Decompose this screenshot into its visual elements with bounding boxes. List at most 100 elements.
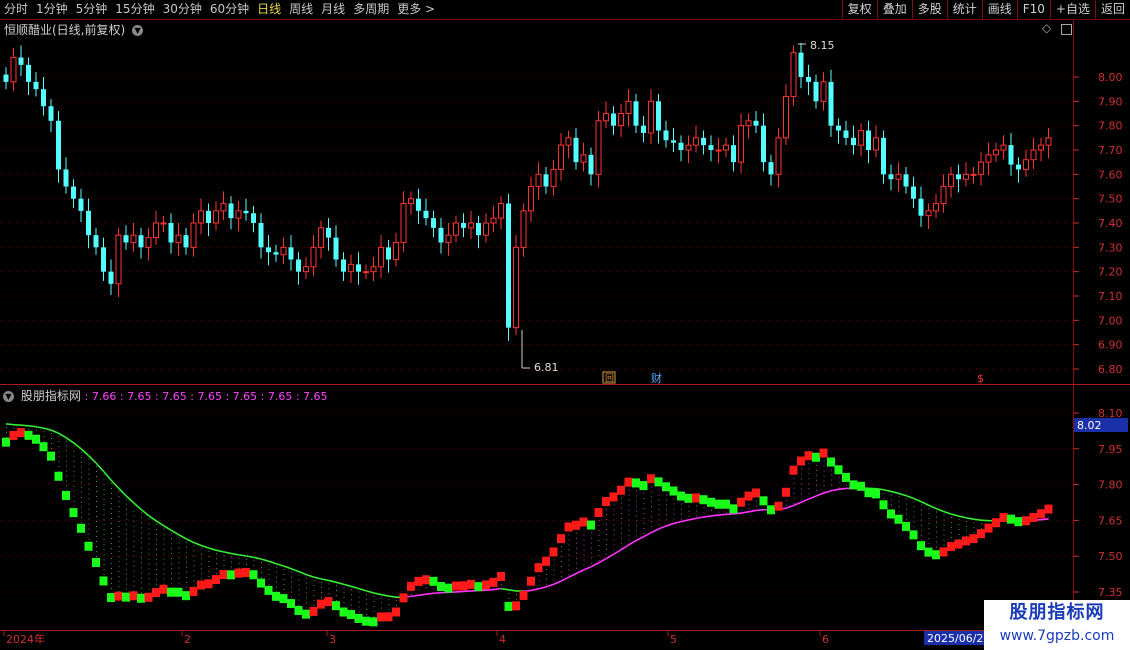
indicator-block bbox=[122, 592, 130, 602]
fill-dot bbox=[148, 583, 150, 585]
fill-dot bbox=[133, 515, 135, 517]
dividend-marker[interactable]: $ bbox=[977, 372, 984, 385]
fill-dot bbox=[208, 571, 210, 573]
indicator-block bbox=[932, 550, 940, 560]
fill-dot bbox=[73, 455, 75, 457]
x-tick-label: 3 bbox=[329, 633, 336, 646]
fill-dot bbox=[298, 584, 300, 586]
fill-dot bbox=[928, 533, 930, 535]
fill-dot bbox=[696, 515, 697, 517]
fill-dot bbox=[666, 519, 667, 521]
candle-body bbox=[1008, 145, 1014, 165]
fill-dot bbox=[621, 532, 622, 534]
fill-dot bbox=[583, 554, 585, 556]
indicator-block bbox=[294, 605, 303, 615]
ma-line-segment bbox=[973, 518, 982, 521]
fill-dot bbox=[831, 479, 832, 481]
fill-dot bbox=[126, 533, 127, 535]
fill-dot bbox=[88, 528, 90, 530]
fill-dot bbox=[103, 544, 105, 546]
fill-dot bbox=[831, 469, 832, 471]
fill-dot bbox=[576, 542, 577, 544]
candle-body bbox=[400, 203, 407, 243]
x-tick-label: 2024年 bbox=[6, 632, 45, 646]
fill-dot bbox=[193, 565, 195, 567]
candle-body bbox=[341, 259, 346, 272]
ma-line-segment bbox=[1040, 518, 1049, 521]
fill-dot bbox=[801, 498, 802, 500]
fill-dot bbox=[73, 495, 75, 497]
finance-marker[interactable]: 财 bbox=[651, 371, 662, 385]
fill-dot bbox=[111, 573, 112, 575]
candle-body bbox=[671, 140, 676, 143]
candle-body bbox=[813, 81, 819, 102]
fill-dot bbox=[156, 578, 157, 580]
fill-dot bbox=[111, 588, 112, 590]
indicator-block bbox=[9, 430, 18, 440]
candle-body bbox=[1023, 159, 1029, 170]
fill-dot bbox=[148, 523, 150, 525]
fill-dot bbox=[591, 552, 592, 554]
fill-dot bbox=[133, 560, 135, 562]
fill-dot bbox=[186, 541, 187, 543]
fill-dot bbox=[561, 556, 562, 558]
candle-body bbox=[123, 235, 129, 243]
fill-dot bbox=[628, 494, 630, 496]
ma-line-segment bbox=[358, 587, 367, 592]
fill-dot bbox=[553, 559, 555, 561]
fill-dot bbox=[201, 578, 202, 580]
fill-dot bbox=[43, 436, 45, 438]
fill-dot bbox=[801, 483, 802, 485]
fill-dot bbox=[651, 521, 652, 523]
fill-dot bbox=[156, 528, 157, 530]
ma-line-segment bbox=[575, 569, 584, 575]
fill-dot bbox=[613, 519, 615, 521]
fill-dot bbox=[81, 466, 82, 468]
indicator-block bbox=[1037, 509, 1045, 519]
ma-line-segment bbox=[418, 593, 427, 597]
fill-dot bbox=[336, 595, 337, 597]
fill-dot bbox=[96, 555, 97, 557]
fill-dot bbox=[756, 505, 757, 507]
candle-body bbox=[483, 222, 489, 236]
fill-dot bbox=[643, 533, 645, 535]
x-tick-label: 5 bbox=[670, 633, 677, 646]
fill-dot bbox=[66, 475, 67, 477]
ma-line-segment bbox=[755, 508, 764, 512]
fill-dot bbox=[283, 579, 285, 581]
indicator-block bbox=[594, 508, 603, 518]
fill-dot bbox=[163, 563, 165, 565]
indicator-block bbox=[947, 542, 955, 552]
y-tick-label: 7.10 bbox=[1098, 290, 1123, 303]
fill-dot bbox=[163, 583, 165, 585]
fill-dot bbox=[283, 574, 285, 576]
indicator-block bbox=[234, 568, 243, 578]
indicator-block bbox=[587, 520, 595, 530]
fill-dot bbox=[553, 569, 555, 571]
fill-dot bbox=[103, 509, 105, 511]
fill-dot bbox=[651, 511, 652, 513]
x-tick-label: 4 bbox=[499, 633, 506, 646]
fill-dot bbox=[96, 530, 97, 532]
current-value-label: 8.02 bbox=[1077, 419, 1102, 432]
fill-dot bbox=[291, 596, 292, 598]
fill-dot bbox=[538, 585, 540, 587]
indicator-block bbox=[744, 491, 753, 501]
fill-dot bbox=[808, 478, 810, 480]
fill-dot bbox=[673, 503, 675, 505]
fill-dot bbox=[178, 552, 180, 554]
fill-dot bbox=[163, 543, 165, 545]
ma-line-segment bbox=[380, 593, 389, 597]
indicator-block bbox=[969, 534, 978, 544]
ma-line-segment bbox=[950, 513, 959, 517]
fill-dot bbox=[583, 564, 585, 566]
fill-dot bbox=[928, 523, 930, 525]
fill-dot bbox=[636, 535, 637, 537]
y-tick-label: 7.90 bbox=[1098, 95, 1123, 108]
fill-dot bbox=[268, 579, 270, 581]
candle-body bbox=[160, 222, 167, 225]
indicator-block bbox=[669, 486, 678, 496]
chart-canvas[interactable]: 8.00 7.90 7.80 7.70 7.60 7.50 7.40 7.30 7.20 7.10… bbox=[0, 0, 1130, 650]
fill-dot bbox=[163, 578, 165, 580]
fill-dot bbox=[88, 498, 90, 500]
